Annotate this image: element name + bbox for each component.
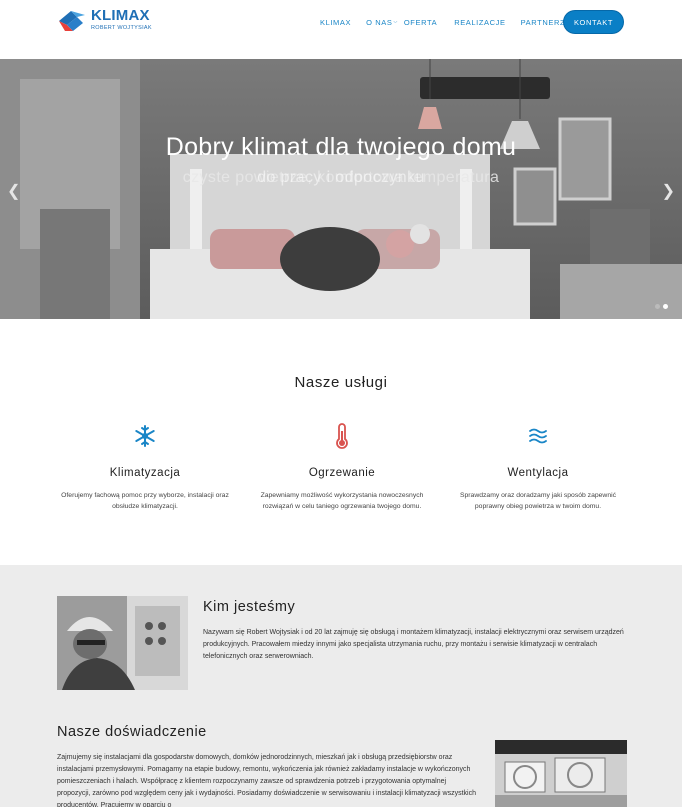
technician-photo [57,596,188,690]
service-desc: Sprawdzamy oraz doradzamy jaki sposób za… [459,492,617,510]
snowflake-icon [135,425,155,447]
hero-title: Dobry klimat dla twojego domu [165,133,517,161]
service-name: Ogrzewanie [308,467,376,479]
service-desc: Zapewniamy możliwość wykorzystania nowoc… [260,492,424,510]
hero-background-image [0,59,682,319]
ac-units-photo [495,740,627,807]
logo[interactable]: KLIMAX ROBERT WOJTYSIAK [57,7,152,35]
about-text: Nazywam się Robert Wojtysiak i od 20 lat… [203,629,624,660]
nav-item-label: OFERTA [403,17,438,27]
site-header: KLIMAX ROBERT WOJTYSIAK KLIMAX O NAS ⌵ OF… [0,0,682,59]
contact-button[interactable]: KONTAKT [564,11,623,33]
experience-title: Nasze doświadczenie [57,724,207,740]
logo-mark-icon [59,11,85,31]
slider-dot-active[interactable] [663,304,668,309]
service-ogrzewanie: Ogrzewanie Zapewniamy możliwość wykorzys… [252,422,432,512]
hero-subtitle-next: do pracy i odpoczynku [257,169,425,186]
service-klimatyzacja: Klimatyzacja Oferujemy fachową pomoc prz… [55,422,235,512]
hero-slider: Dobry klimat dla twojego domu czyste pow… [0,59,682,319]
nav-item-label: REALIZACJE [454,17,506,27]
nav-item-label: KLIMAX [320,17,352,27]
nav-item-o-nas[interactable]: O NAS ⌵ [366,18,398,27]
waves-icon [529,428,547,444]
experience-text: Zajmujemy się instalacjami dla gospodars… [57,754,477,807]
main-nav: KLIMAX O NAS ⌵ OFERTA REALIZACJE PARTNERZ… [320,12,586,32]
chevron-left-icon[interactable]: ❮ [7,181,20,201]
slider-dots [652,304,668,309]
logo-brand: KLIMAX [91,7,150,24]
thermometer-icon [336,423,348,449]
nav-item-oferta[interactable]: OFERTA [404,18,437,27]
service-wentylacja: Wentylacja Sprawdzamy oraz doradzamy jak… [448,422,628,512]
nav-item-realizacje[interactable]: REALIZACJE [454,18,505,27]
nav-item-label: O NAS [366,17,393,27]
about-title: Kim jesteśmy [203,599,296,615]
service-desc: Oferujemy fachową pomoc przy wyborze, in… [61,492,229,510]
services-title: Nasze usługi [294,374,388,391]
logo-subtitle: ROBERT WOJTYSIAK [91,25,152,31]
service-name: Wentylacja [507,467,569,479]
chevron-right-icon[interactable]: ❯ [662,181,675,201]
nav-item-klimax[interactable]: KLIMAX [320,18,351,27]
chevron-down-icon: ⌵ [393,19,398,25]
slider-dot[interactable] [655,304,660,309]
service-name: Klimatyzacja [109,467,181,479]
